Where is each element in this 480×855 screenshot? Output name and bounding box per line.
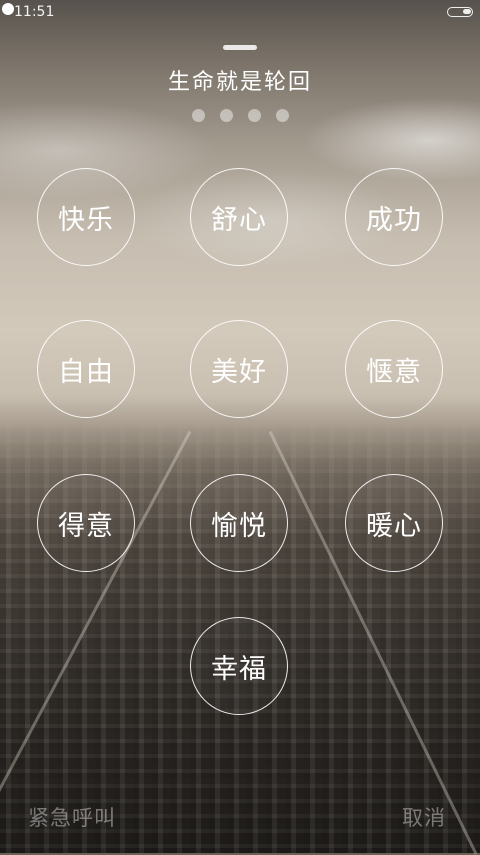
drag-handle[interactable] (223, 45, 257, 50)
notification-dot-icon (2, 3, 14, 15)
emergency-call-button[interactable]: 紧急呼叫 (28, 802, 116, 832)
page-dot (247, 109, 261, 122)
word-circle-2[interactable]: 舒心 (190, 168, 288, 266)
status-bar: 11:51 (0, 0, 480, 26)
word-circle-3[interactable]: 成功 (345, 168, 443, 266)
page-title: 生命就是轮回 (167, 70, 312, 95)
word-circle-5[interactable]: 美好 (190, 320, 288, 418)
page-dot (191, 109, 205, 122)
page-indicator (0, 109, 480, 122)
word-circle-8[interactable]: 愉悦 (190, 474, 288, 572)
word-circle-4[interactable]: 自由 (37, 320, 135, 418)
word-circle-1[interactable]: 快乐 (37, 168, 135, 266)
status-time: 11:51 (14, 4, 55, 20)
page-dot (275, 109, 289, 122)
word-circle-10[interactable]: 幸福 (190, 617, 288, 715)
battery-icon (447, 7, 473, 17)
word-circle-6[interactable]: 惬意 (345, 320, 443, 418)
word-circle-7[interactable]: 得意 (37, 474, 135, 572)
cancel-button[interactable]: 取消 (402, 802, 446, 832)
word-circle-9[interactable]: 暖心 (345, 474, 443, 572)
page-dot (219, 109, 233, 122)
